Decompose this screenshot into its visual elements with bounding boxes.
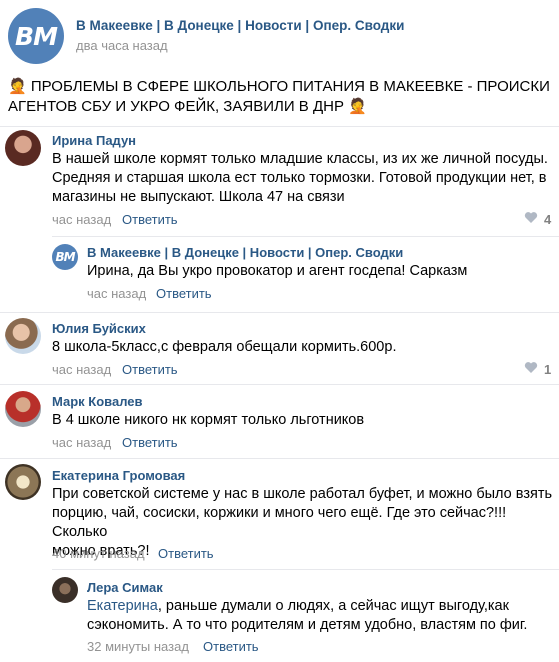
avatar[interactable]	[5, 318, 41, 354]
comment-separator	[0, 126, 559, 127]
comment-author[interactable]: В Макеевке | В Донецке | Новости | Опер.…	[87, 245, 403, 260]
comment-time[interactable]: час назад	[52, 212, 111, 227]
heart-icon	[524, 361, 538, 377]
comment-text-line: сэкономить. А то что родителям и детям у…	[87, 617, 528, 633]
reply-button[interactable]: Ответить	[158, 546, 214, 561]
comment-author[interactable]: Ирина Падун	[52, 133, 136, 148]
comment-text: В 4 школе никого нк кормят только льготн…	[52, 412, 365, 428]
comment-time[interactable]: час назад	[87, 286, 146, 301]
comment-text-line: В нашей школе кормят только младшие клас…	[52, 151, 548, 167]
like-button[interactable]: 1	[524, 361, 551, 377]
avatar[interactable]	[5, 391, 41, 427]
comment-text: 8 школа-5класс,с февраля обещали кормить…	[52, 339, 397, 355]
comment-text-line: порцию, чай, сосиски, коржики и много че…	[52, 505, 507, 540]
reply-button[interactable]: Ответить	[122, 362, 178, 377]
group-avatar[interactable]: ВМ	[52, 244, 78, 270]
comment-text: Ирина, да Вы укро провокатор и агент гос…	[87, 263, 468, 279]
comment-time[interactable]: час назад	[52, 362, 111, 377]
comment-author[interactable]: Марк Ковалев	[52, 394, 143, 409]
group-avatar[interactable]: ВМ	[8, 8, 64, 64]
comment-time[interactable]: 40 минут назад	[52, 546, 145, 561]
mention-link[interactable]: Екатерина	[87, 598, 158, 614]
heart-icon	[524, 211, 538, 227]
avatar[interactable]	[5, 130, 41, 166]
comment-text: Екатерина, раньше думали о людях, а сейч…	[87, 597, 557, 635]
comment-separator	[52, 236, 559, 237]
comment-separator	[52, 569, 559, 570]
like-button[interactable]: 4	[524, 211, 551, 227]
like-count: 1	[544, 361, 552, 377]
avatar[interactable]	[52, 577, 78, 603]
comment-author[interactable]: Лера Симак	[87, 580, 163, 595]
reply-button[interactable]: Ответить	[122, 212, 178, 227]
group-name-link[interactable]: В Макеевке | В Донецке | Новости | Опер.…	[76, 18, 404, 33]
comment-text-line: При советской системе у нас в школе рабо…	[52, 486, 553, 502]
post-text-line: АГЕНТОВ СБУ И УКРО ФЕЙК, ЗАЯВИЛИ В ДНР 🤦	[8, 98, 367, 115]
reply-button[interactable]: Ответить	[203, 639, 259, 654]
comment-author[interactable]: Юлия Буйских	[52, 321, 146, 336]
post-text: 🤦 ПРОБЛЕМЫ В СФЕРЕ ШКОЛЬНОГО ПИТАНИЯ В М…	[8, 77, 553, 117]
comment-text: В нашей школе кормят только младшие клас…	[52, 150, 557, 207]
reply-button[interactable]: Ответить	[122, 435, 178, 450]
avatar[interactable]	[5, 464, 41, 500]
group-logo-text: ВМ	[15, 21, 58, 51]
comment-separator	[0, 384, 559, 385]
group-logo-text: ВМ	[55, 250, 75, 264]
comment-author[interactable]: Екатерина Громовая	[52, 468, 185, 483]
comment-separator	[0, 458, 559, 459]
comment-time[interactable]: 32 минуты назад	[87, 639, 189, 654]
post-time[interactable]: два часа назад	[76, 38, 168, 53]
post-text-line: 🤦 ПРОБЛЕМЫ В СФЕРЕ ШКОЛЬНОГО ПИТАНИЯ В М…	[8, 78, 550, 95]
comment-time[interactable]: час назад	[52, 435, 111, 450]
comment-text-fragment: , раньше думали о людях, а сейчас ищут в…	[157, 598, 509, 614]
comment-text-line: Екатерина, раньше думали о людях, а сейч…	[87, 597, 557, 616]
comment-separator	[0, 312, 559, 313]
comment-text-line: Средняя и старшая школа ест только тормо…	[52, 170, 547, 186]
comment-text-line: магазины не выпускают. Школа 47 на связи	[52, 189, 345, 205]
reply-button[interactable]: Ответить	[156, 286, 212, 301]
like-count: 4	[544, 211, 552, 227]
